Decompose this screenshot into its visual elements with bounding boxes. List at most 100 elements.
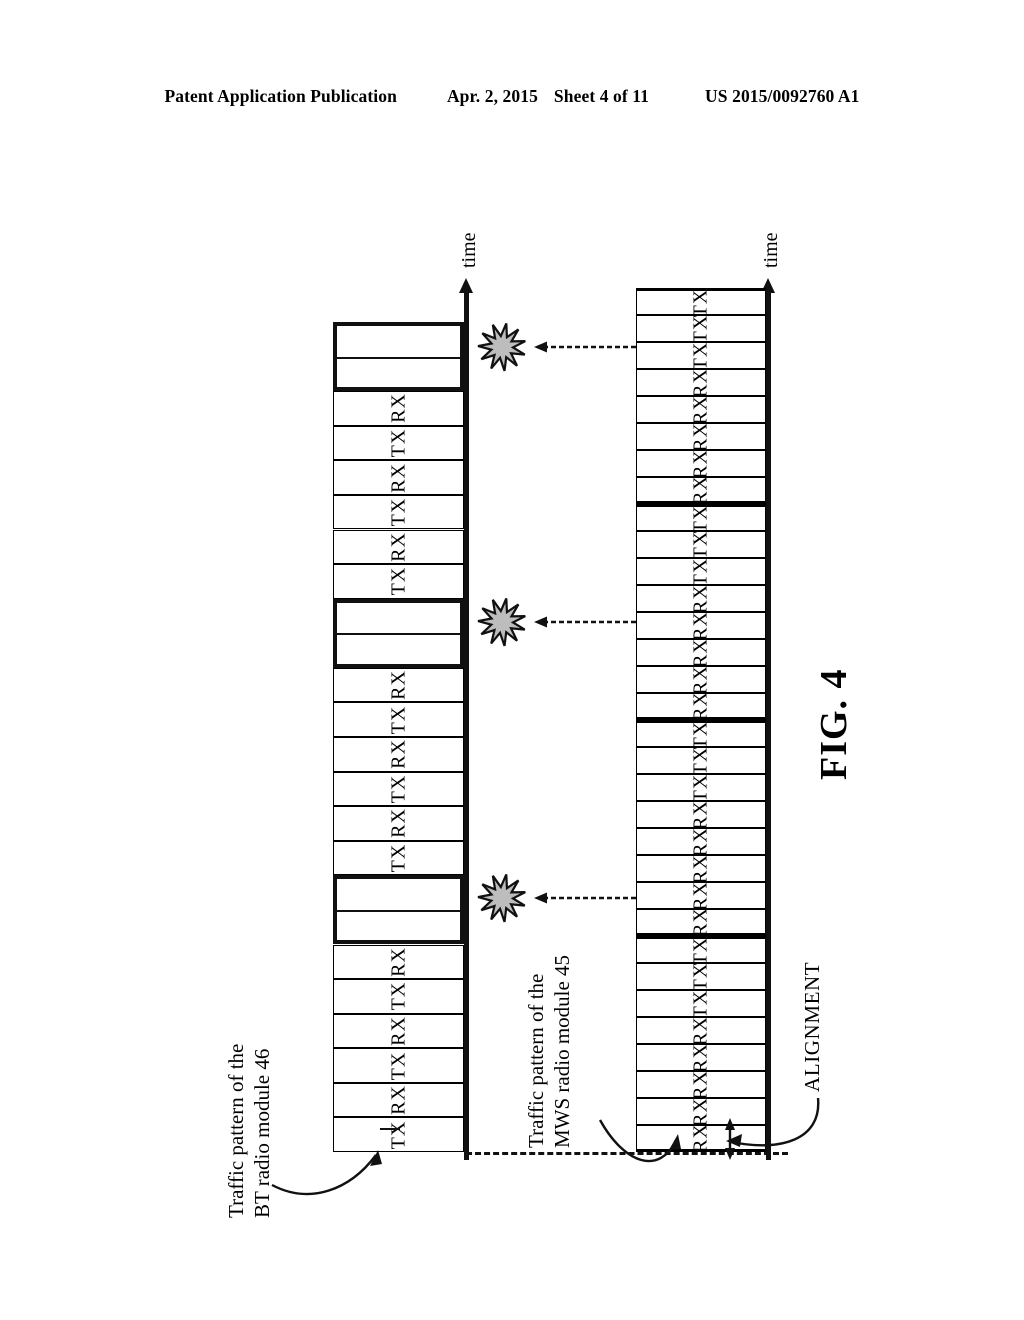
mws-slot-label: TX <box>689 341 712 370</box>
mws-slot-rx: RX <box>636 664 766 695</box>
collision-pointer-arrow-3 <box>534 892 636 904</box>
bt-idle-block-divider <box>337 356 460 359</box>
mws-slot-label: RX <box>689 880 712 911</box>
starburst-collision-icon-2 <box>477 597 526 647</box>
mws-slot-label: TX <box>689 773 712 802</box>
mws-slot-tx: TX <box>636 962 766 991</box>
bt-idle-block <box>333 598 464 668</box>
bt-slot-tx: TX <box>333 494 464 530</box>
bt-pattern-caption-line2: BT radio module 46 <box>249 1048 274 1218</box>
bt-time-axis-bar <box>464 292 469 1160</box>
bt-slot-label: TX <box>387 843 409 873</box>
mws-slot-rx: RX <box>636 637 766 668</box>
bt-time-axis-label: time <box>458 232 480 268</box>
bt-slot-rx: RX <box>333 1013 464 1049</box>
bt-slot-label: TX <box>387 428 409 458</box>
mws-slot-label: TX <box>689 314 712 343</box>
bt-slot-label: RX <box>387 739 409 770</box>
bt-slot-label: RX <box>387 393 409 424</box>
mws-slot-tx: TX <box>636 314 766 343</box>
mws-slot-tx: TX <box>636 746 766 775</box>
mws-slot-label: TX <box>689 557 712 586</box>
mws-slot-tx: TX <box>636 557 766 586</box>
mws-slot-label: TX <box>689 504 712 533</box>
mws-slot-rx: RX <box>636 854 766 883</box>
mws-slot-label: RX <box>689 474 712 505</box>
mws-slot-label: RX <box>689 637 712 668</box>
collision-pointer-arrow-2 <box>534 616 636 628</box>
bt-slot-rx: RX <box>333 391 464 426</box>
mws-slot-label: TX <box>689 989 712 1018</box>
mws-slot-rx: RX <box>636 1016 766 1045</box>
starburst-collision-icon-1 <box>477 322 526 372</box>
mws-slot-label: RX <box>689 664 712 695</box>
bt-slot-label: TX <box>387 497 409 527</box>
alignment-reference-line <box>466 1152 788 1155</box>
bt-idle-block <box>333 875 464 945</box>
mws-slot-label: RX <box>689 394 712 425</box>
mws-slot-label: RX <box>689 448 712 479</box>
starburst-collision-icon-3 <box>477 873 526 923</box>
mws-slot-tx: TX <box>636 341 766 370</box>
mws-slot-tx: TX <box>636 288 766 317</box>
mws-slot-rx: RX <box>636 422 766 451</box>
bt-slot-tx: TX <box>333 1117 464 1152</box>
mws-slot-label: RX <box>689 690 712 721</box>
bt-slot-label: RX <box>387 462 409 493</box>
bt-slot-tx: TX <box>333 425 464 461</box>
mws-slot-tx: TX <box>636 989 766 1018</box>
bt-slot-tx: TX <box>333 702 464 737</box>
mws-time-axis-bar <box>766 292 771 1160</box>
mws-slot-label: RX <box>689 799 712 830</box>
mws-slot-rx: RX <box>636 827 766 856</box>
bt-idle-block-divider <box>337 633 460 636</box>
mws-slot-rx: RX <box>636 610 766 641</box>
mws-pattern-caption-line2: MWS radio module 45 <box>549 954 574 1148</box>
mws-slot-label: RX <box>689 1069 712 1100</box>
bt-slot-label: RX <box>387 1016 409 1046</box>
bt-slot-rx: RX <box>333 737 464 772</box>
mws-slot-rx: RX <box>636 367 766 398</box>
figure-drawing: time time TX RX TX RX TX RX TX RX TX RX TX RX TX RX TX… <box>0 0 1024 1320</box>
bt-slot-label: TX <box>387 774 409 804</box>
mws-slot-label: TX <box>689 936 712 965</box>
bt-slot-rx: RX <box>333 1082 464 1118</box>
bt-slot-tx: TX <box>333 771 464 807</box>
mws-slot-tx: TX <box>636 936 766 965</box>
mws-slot-rx: RX <box>636 1122 766 1153</box>
collision-pointer-arrow-1 <box>534 341 636 353</box>
mws-slot-label: TX <box>689 288 712 317</box>
mws-slot-label: RX <box>689 1042 712 1073</box>
mws-slot-label: RX <box>689 1096 712 1127</box>
bt-idle-block-divider <box>337 909 460 912</box>
mws-slot-label: RX <box>689 1122 712 1153</box>
mws-pattern-caption: Traffic pattern of the MWS radio module … <box>524 955 575 1148</box>
bt-slot-label: TX <box>387 705 409 735</box>
bt-slot-tx: TX <box>333 564 464 599</box>
bt-pattern-caption: Traffic pattern of the BT radio module 4… <box>224 1044 275 1218</box>
mws-slot-label: RX <box>689 367 712 398</box>
mws-slot-rx: RX <box>636 1096 766 1127</box>
bt-slot-label: RX <box>387 946 409 977</box>
mws-slot-rx: RX <box>636 394 766 425</box>
mws-slot-rx: RX <box>636 583 766 614</box>
mws-slot-rx: RX <box>636 880 766 911</box>
mws-slot-label: RX <box>689 583 712 614</box>
mws-slot-label: TX <box>689 530 712 559</box>
mws-pattern-caption-line1: Traffic pattern of the <box>524 973 548 1148</box>
bt-slot-rx: RX <box>333 529 464 565</box>
bt-slot-label: RX <box>387 670 409 701</box>
mws-slot-label: RX <box>689 610 712 641</box>
bt-slot-label: RX <box>387 1085 409 1116</box>
mws-slot-rx: RX <box>636 907 766 936</box>
mws-slot-rx: RX <box>636 799 766 830</box>
mws-slot-rx: RX <box>636 448 766 479</box>
bt-slot-label: TX <box>387 567 409 596</box>
mws-slot-tx: TX <box>636 530 766 559</box>
bt-slot-tx: TX <box>333 979 464 1014</box>
mws-slot-label: TX <box>689 720 712 749</box>
alignment-label: ALIGNMENT <box>800 961 824 1092</box>
bt-slot-label: RX <box>387 808 409 839</box>
mws-slot-rx: RX <box>636 474 766 505</box>
figure-number-label: FIG. 4 <box>813 668 855 780</box>
